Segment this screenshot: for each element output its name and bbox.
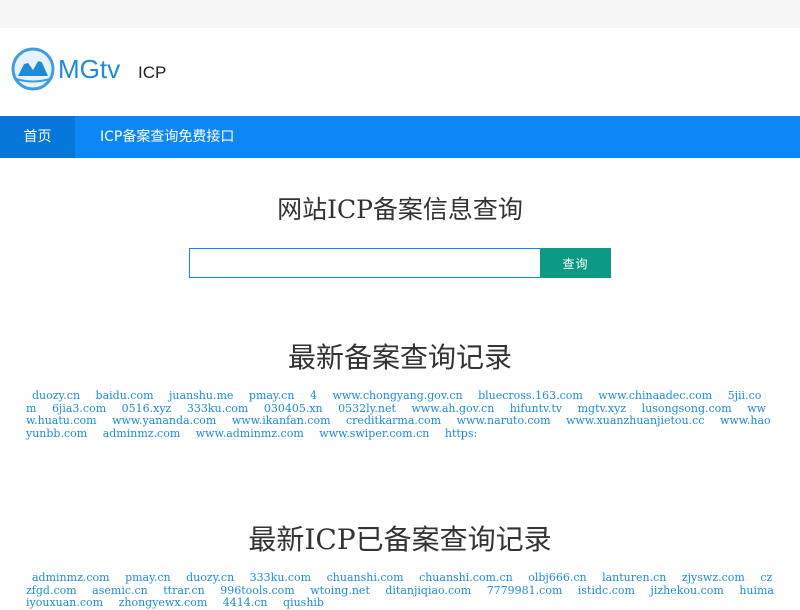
domain-link[interactable]: lusongsong.com bbox=[642, 402, 732, 415]
domain-link[interactable]: duozy.cn bbox=[32, 389, 80, 402]
domain-link[interactable]: juanshu.me bbox=[169, 389, 233, 402]
domain-link[interactable]: chuanshi.com.cn bbox=[419, 571, 513, 584]
domain-link[interactable]: duozy.cn bbox=[186, 571, 234, 584]
search-button[interactable]: 查询 bbox=[540, 248, 611, 278]
domain-link[interactable]: ditanjiqiao.com bbox=[385, 584, 471, 597]
domain-link[interactable]: ttrar.cn bbox=[163, 584, 204, 597]
site-header: MGtv ICP bbox=[0, 28, 800, 116]
domain-link[interactable]: 4 bbox=[310, 389, 317, 402]
domain-link[interactable]: www.adminmz.com bbox=[196, 427, 304, 440]
logo-letter-m: M bbox=[58, 54, 80, 84]
domain-link[interactable]: asemic.cn bbox=[92, 584, 148, 597]
domain-link[interactable]: pmay.cn bbox=[125, 571, 171, 584]
domain-link[interactable]: istidc.com bbox=[578, 584, 635, 597]
domain-link[interactable]: mgtv.xyz bbox=[578, 402, 627, 415]
domain-link[interactable]: 996tools.com bbox=[220, 584, 295, 597]
domain-link[interactable]: https: bbox=[445, 427, 477, 440]
domain-link[interactable]: wtoing.net bbox=[310, 584, 370, 597]
latest-queries-title: 最新备案查询记录 bbox=[287, 341, 512, 374]
domain-link[interactable]: lanturen.cn bbox=[602, 571, 666, 584]
domain-link[interactable]: www.chinaadec.com bbox=[598, 389, 712, 402]
domain-link[interactable]: 6jia3.com bbox=[52, 402, 106, 415]
top-strip bbox=[0, 0, 800, 28]
domain-link[interactable]: 333ku.com bbox=[187, 402, 248, 415]
domain-link[interactable]: 0516.xyz bbox=[122, 402, 172, 415]
domain-link[interactable]: adminmz.com bbox=[103, 427, 181, 440]
nav-item-free-api[interactable]: ICP备案查询免费接口 bbox=[100, 116, 234, 158]
domain-link[interactable]: chuanshi.com bbox=[327, 571, 404, 584]
domain-link[interactable]: www.swiper.com.cn bbox=[319, 427, 429, 440]
site-logo[interactable]: MGtv ICP bbox=[10, 46, 190, 96]
domain-link[interactable]: www.naruto.com bbox=[457, 414, 551, 427]
domain-link[interactable]: 0532ly.net bbox=[338, 402, 396, 415]
domain-link[interactable]: qiushib bbox=[283, 596, 324, 609]
main-nav: 首页 ICP备案查询免费接口 bbox=[0, 116, 800, 158]
domain-link[interactable]: hifuntv.tv bbox=[510, 402, 562, 415]
domain-link[interactable]: www.xuanzhuanjietou.cc bbox=[566, 414, 704, 427]
domain-link[interactable]: bluecross.163.com bbox=[478, 389, 583, 402]
domain-link[interactable]: www.ikanfan.com bbox=[232, 414, 331, 427]
domain-link[interactable]: www.chongyang.gov.cn bbox=[332, 389, 462, 402]
domain-link[interactable]: creditkarma.com bbox=[346, 414, 441, 427]
domain-link[interactable]: 030405.xn bbox=[264, 402, 323, 415]
mountain-logo-icon bbox=[11, 47, 55, 91]
domain-link[interactable]: www.yananda.com bbox=[112, 414, 216, 427]
logo-wordmark: MGtv bbox=[58, 54, 120, 85]
domain-link[interactable]: adminmz.com bbox=[32, 571, 110, 584]
domain-link[interactable]: jizhekou.com bbox=[650, 584, 723, 597]
logo-subtitle: ICP bbox=[138, 63, 167, 82]
logo-letters-gtv: Gtv bbox=[79, 54, 121, 84]
latest-registered-list: adminmz.com pmay.cn duozy.cn 333ku.com c… bbox=[26, 571, 776, 610]
search-title: 网站ICP备案信息查询 bbox=[277, 195, 523, 224]
latest-registered-title: 最新ICP已备案查询记录 bbox=[248, 523, 552, 556]
domain-link[interactable]: 4414.cn bbox=[223, 596, 268, 609]
domain-link[interactable]: 333ku.com bbox=[250, 571, 311, 584]
domain-link[interactable]: zjyswz.com bbox=[682, 571, 745, 584]
domain-link[interactable]: zhongyewx.com bbox=[119, 596, 208, 609]
domain-link[interactable]: pmay.cn bbox=[249, 389, 295, 402]
domain-link[interactable]: 7779981.com bbox=[487, 584, 563, 597]
nav-item-home[interactable]: 首页 bbox=[0, 116, 75, 158]
domain-link[interactable]: baidu.com bbox=[96, 389, 154, 402]
latest-queries-list: duozy.cn baidu.com juanshu.me pmay.cn 4 … bbox=[26, 389, 776, 440]
domain-link[interactable]: olbj666.cn bbox=[528, 571, 586, 584]
domain-link[interactable]: www.ah.gov.cn bbox=[411, 402, 494, 415]
domain-search-input[interactable] bbox=[189, 248, 549, 278]
